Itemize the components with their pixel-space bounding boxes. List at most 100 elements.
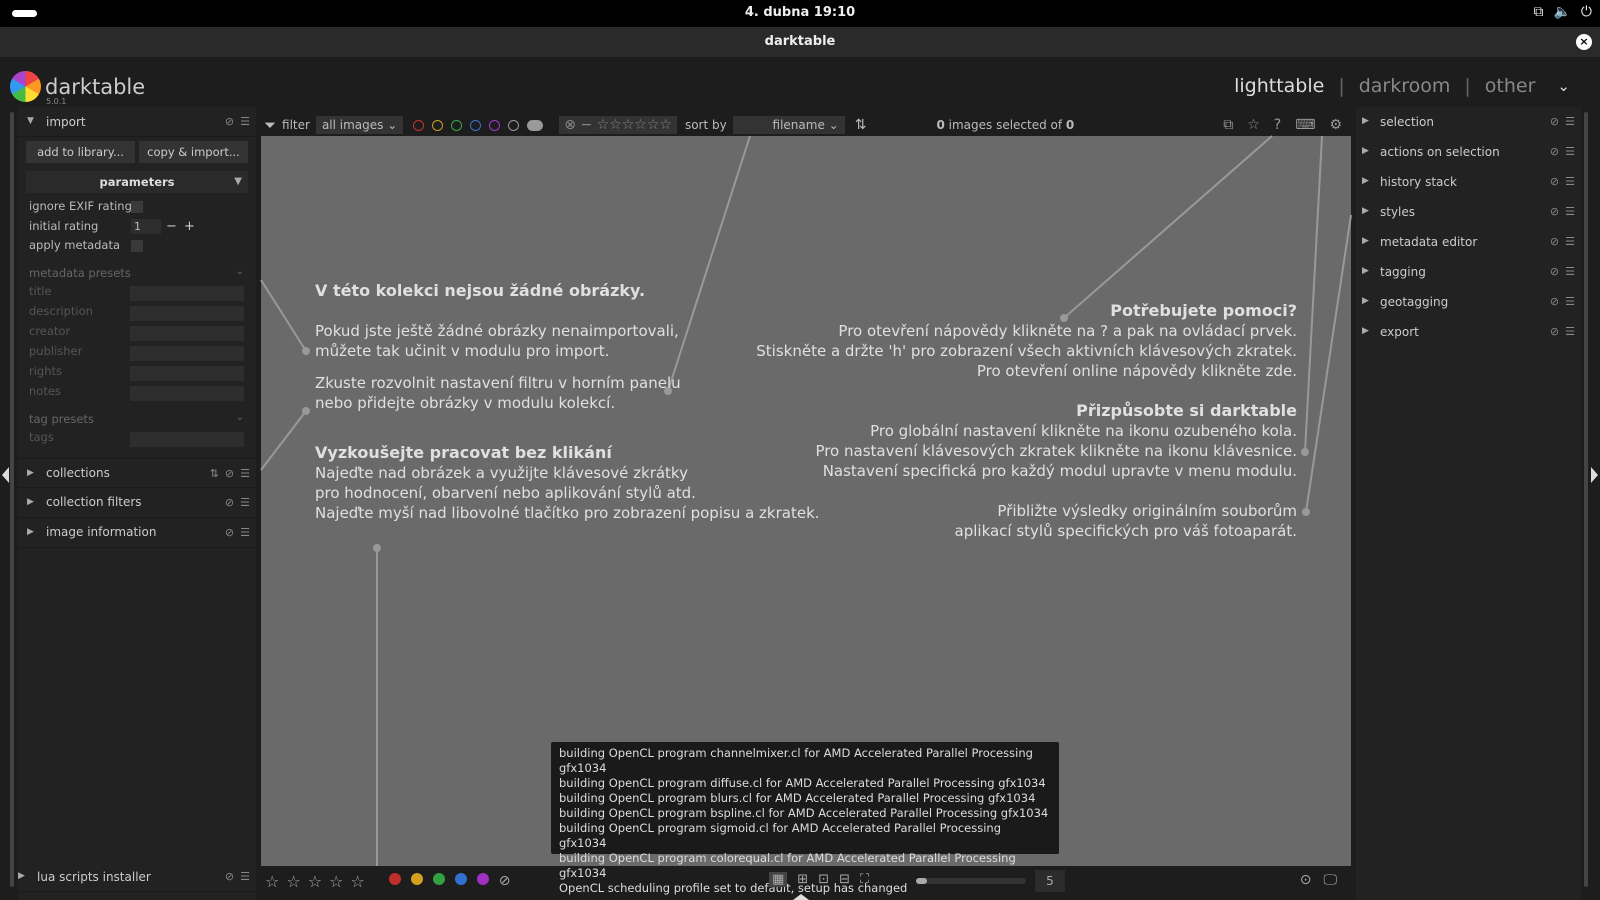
module-selection[interactable]: ▶ selection ⊘ ☰ — [1356, 107, 1581, 137]
reset-icon[interactable]: ⊘ — [225, 870, 234, 883]
reset-icon[interactable]: ⊘ — [1550, 235, 1559, 248]
presets-menu-icon[interactable]: ☰ — [1565, 145, 1575, 158]
view-other[interactable]: other — [1485, 75, 1536, 97]
initial-rating-value[interactable]: 1 — [131, 218, 161, 234]
reset-icon[interactable]: ⊘ — [1550, 325, 1559, 338]
presets-menu-icon[interactable]: ☰ — [1565, 175, 1575, 188]
presets-menu-icon[interactable]: ☰ — [240, 496, 250, 509]
color-blue-icon[interactable] — [454, 873, 467, 885]
volume-icon[interactable]: 🔈 — [1553, 4, 1570, 20]
left-scrollbar[interactable] — [10, 112, 14, 887]
filter-icon[interactable]: ⏷ — [264, 116, 276, 134]
close-button[interactable]: × — [1576, 34, 1592, 50]
filemanager-layout-icon[interactable]: ▦ — [769, 872, 788, 887]
overlays-star-icon[interactable]: ☆ — [1247, 117, 1260, 133]
module-metadata-editor[interactable]: ▶ metadata editor ⊘ ☰ — [1356, 227, 1581, 257]
presets-menu-icon[interactable]: ☰ — [1565, 265, 1575, 278]
presets-menu-icon[interactable]: ☰ — [1565, 235, 1575, 248]
module-tagging[interactable]: ▶ tagging ⊘ ☰ — [1356, 257, 1581, 287]
preview-icon[interactable]: ⛶ — [860, 872, 869, 887]
parameters-section[interactable]: parameters ▼ — [26, 171, 248, 193]
power-icon[interactable]: ⏻ — [1581, 4, 1592, 20]
reset-icon[interactable]: ⊘ — [1550, 145, 1559, 158]
collapse-left-arrow-icon[interactable] — [2, 467, 9, 483]
star-icon[interactable]: ☆ — [329, 872, 343, 891]
view-lighttable[interactable]: lighttable — [1234, 75, 1324, 97]
reset-icon[interactable]: ⊘ — [1550, 295, 1559, 308]
online-help-link[interactable]: Pro otevření online nápovědy klikněte zd… — [756, 361, 1297, 381]
color-label-green-icon[interactable] — [451, 119, 463, 131]
module-import[interactable]: ▼ import ⊘ ☰ — [18, 107, 256, 137]
focus-peaking-icon[interactable]: ⊙ — [1300, 872, 1312, 888]
reset-icon[interactable]: ⊘ — [225, 115, 234, 128]
module-collections[interactable]: ▶ collections ⇅ ⊘ ☰ — [18, 457, 256, 488]
color-label-purple-icon[interactable] — [489, 119, 501, 131]
reset-icon[interactable]: ⊘ — [225, 496, 234, 509]
color-yellow-icon[interactable] — [410, 873, 423, 885]
system-tray[interactable]: ⧉ 🔈 ⏻ — [1533, 4, 1592, 20]
collapse-bottom-arrow-icon[interactable] — [793, 894, 809, 900]
presets-menu-icon[interactable]: ☰ — [1565, 205, 1575, 218]
presets-menu-icon[interactable]: ☰ — [240, 870, 250, 883]
meta-input[interactable] — [130, 285, 244, 301]
tags-input[interactable] — [130, 431, 244, 447]
meta-input[interactable] — [130, 325, 244, 341]
presets-menu-icon[interactable]: ☰ — [1565, 325, 1575, 338]
rating-filter[interactable]: ⊗ − ☆☆☆☆☆☆ — [559, 116, 677, 134]
reset-icon[interactable]: ⊘ — [1550, 115, 1559, 128]
meta-input[interactable] — [130, 305, 244, 321]
color-red-icon[interactable] — [388, 873, 401, 885]
presets-menu-icon[interactable]: ☰ — [1565, 115, 1575, 128]
ignore-exif-checkbox[interactable] — [131, 201, 143, 213]
color-purple-icon[interactable] — [476, 873, 489, 885]
add-to-library-button[interactable]: add to library... — [26, 141, 135, 163]
module-history-stack[interactable]: ▶ history stack ⊘ ☰ — [1356, 167, 1581, 197]
reset-icon[interactable]: ⊘ — [225, 467, 234, 480]
meta-input[interactable] — [130, 365, 244, 381]
view-darkroom[interactable]: darkroom — [1359, 75, 1451, 97]
color-label-red-icon[interactable] — [413, 119, 425, 131]
presets-menu-icon[interactable]: ☰ — [240, 467, 250, 480]
zoom-slider[interactable] — [916, 878, 1026, 884]
filter-select[interactable]: all images ⌄ — [315, 116, 404, 134]
right-scrollbar[interactable] — [1584, 112, 1588, 887]
display-profile-icon[interactable]: 🖵 — [1324, 872, 1338, 888]
collapse-right-arrow-icon[interactable] — [1591, 467, 1598, 483]
meta-input[interactable] — [130, 385, 244, 401]
network-icon[interactable]: ⧉ — [1533, 4, 1543, 20]
module-collection-filters[interactable]: ▶ collection filters ⊘ ☰ — [18, 488, 256, 518]
module-geotagging[interactable]: ▶ geotagging ⊘ ☰ — [1356, 287, 1581, 317]
reset-icon[interactable]: ⊘ — [1550, 175, 1559, 188]
star-icon[interactable]: ☆ — [286, 872, 300, 891]
chevron-down-icon[interactable]: ⌄ — [1557, 77, 1570, 95]
system-clock[interactable]: 4. dubna 19:10 — [0, 5, 1600, 20]
apply-metadata-checkbox[interactable] — [131, 240, 143, 252]
zoomable-layout-icon[interactable]: ⊞ — [797, 872, 808, 887]
minus-button[interactable]: − — [166, 217, 177, 236]
presets-menu-icon[interactable]: ☰ — [240, 115, 250, 128]
clear-color-icon[interactable]: ⊘ — [499, 873, 511, 889]
sort-select[interactable]: filename ⌄ — [732, 116, 845, 134]
module-lua-scripts-installer[interactable]: ▶ lua scripts installer ⊘ ☰ — [0, 862, 256, 892]
grouping-icon[interactable]: ⧉ — [1223, 117, 1233, 133]
star-icon[interactable]: ☆ — [308, 872, 322, 891]
module-styles[interactable]: ▶ styles ⊘ ☰ — [1356, 197, 1581, 227]
presets-menu-icon[interactable]: ☰ — [1565, 295, 1575, 308]
tag-presets-dropdown[interactable]: tag presets ⌄ — [26, 412, 248, 430]
module-export[interactable]: ▶ export ⊘ ☰ — [1356, 317, 1581, 347]
help-icon[interactable]: ? — [1274, 117, 1281, 133]
color-label-none-icon[interactable] — [508, 119, 520, 131]
color-label-yellow-icon[interactable] — [432, 119, 444, 131]
star-icon[interactable]: ☆ — [265, 872, 279, 891]
presets-menu-icon[interactable]: ☰ — [240, 526, 250, 539]
metadata-presets-dropdown[interactable]: metadata presets ⌄ — [26, 266, 248, 284]
reset-icon[interactable]: ⊘ — [1550, 265, 1559, 278]
sort-order-icon[interactable]: ⇅ — [855, 117, 867, 133]
keyboard-icon[interactable]: ⌨ — [1295, 117, 1315, 133]
culling-layout-icon[interactable]: ⊡ — [818, 872, 829, 887]
sort-icon[interactable]: ⇅ — [210, 467, 219, 480]
color-label-and-icon[interactable] — [527, 119, 544, 131]
reset-icon[interactable]: ⊘ — [1550, 205, 1559, 218]
plus-button[interactable]: + — [184, 217, 195, 236]
zoom-value[interactable]: 5 — [1035, 870, 1065, 892]
